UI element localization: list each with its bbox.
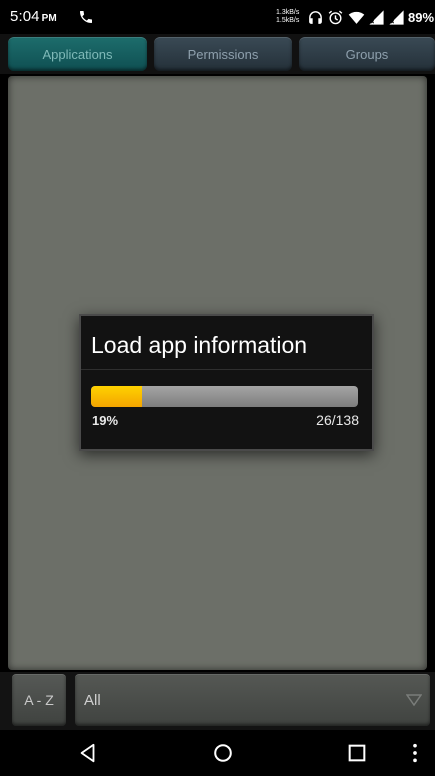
progress-fill [91,386,142,407]
progress-count: 26/138 [316,412,359,428]
status-time: 5:04 PM [10,8,57,25]
filter-value: All [84,692,101,709]
progress-bar [91,386,358,407]
status-time-value: 5:04 [10,8,40,25]
phone-icon [80,11,92,23]
bottom-controls: A - Z All [0,672,435,730]
wifi-icon [348,11,365,24]
home-icon[interactable] [212,742,234,764]
progress-percent: 19% [92,413,119,428]
dialog-divider [81,369,372,370]
tab-applications[interactable]: Applications [8,37,147,71]
signal-icon-2 [389,10,404,25]
screen: 5:04 PM 1.3kB/s 1.5kB/s 89% Applications… [0,0,435,776]
dialog-title: Load app information [91,332,308,358]
loading-dialog: Load app information 19% 26/138 [79,314,374,451]
dropdown-arrow-icon [406,694,422,706]
alarm-icon [328,10,343,25]
network-speed-up: 1.3kB/s [276,9,300,16]
sort-button[interactable]: A - Z [12,674,66,726]
filter-dropdown[interactable]: All [75,674,430,726]
status-time-ampm: PM [41,13,57,24]
status-bar: 5:04 PM 1.3kB/s 1.5kB/s 89% [0,0,435,34]
tab-groups[interactable]: Groups [299,37,435,71]
network-speed-down: 1.5kB/s [276,17,300,24]
headphones-icon [309,11,322,24]
back-icon[interactable] [77,742,99,764]
battery-percent: 89% [408,10,435,25]
tab-permissions[interactable]: Permissions [154,37,292,71]
recents-icon[interactable] [346,742,368,764]
network-speed: 1.3kB/s 1.5kB/s [276,9,299,25]
navigation-bar [0,730,435,776]
menu-icon[interactable] [409,742,421,764]
signal-icon [369,10,384,25]
tab-bar: Applications Permissions Groups [0,34,435,74]
